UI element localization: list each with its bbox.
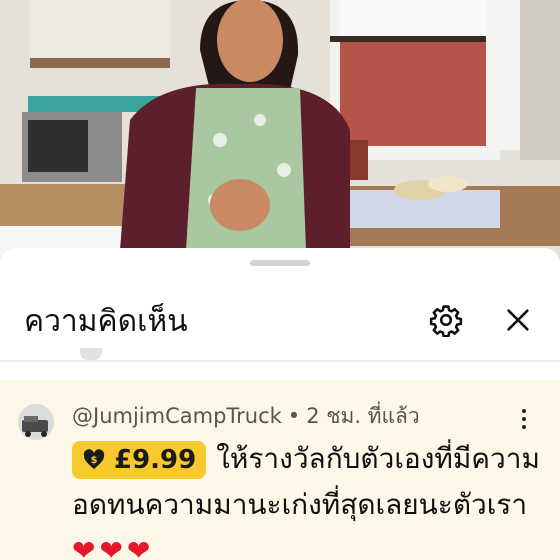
comment-timestamp: 2 ชม. ที่แล้ว bbox=[306, 404, 420, 428]
super-thanks-amount: £9.99 bbox=[114, 445, 197, 475]
super-thanks-heart-icon: $ bbox=[83, 449, 105, 469]
comment-meta: @JumjimCampTruck • 2 ชม. ที่แล้ว bbox=[72, 400, 420, 433]
meta-separator: • bbox=[287, 404, 301, 428]
close-icon[interactable] bbox=[498, 300, 538, 340]
svg-text:$: $ bbox=[91, 455, 98, 466]
heart-emojis: ❤❤❤ bbox=[72, 534, 155, 560]
comment-item[interactable]: @JumjimCampTruck • 2 ชม. ที่แล้ว $ £9.99 ใ… bbox=[0, 380, 560, 560]
video-frame-image bbox=[0, 0, 560, 260]
comments-panel: ความคิดเห็น @JumjimCampTruck • 2 ชม. ที่แล… bbox=[0, 248, 560, 560]
header-divider bbox=[0, 360, 560, 362]
comment-body: $ £9.99 ให้รางวัลกับตัวเองที่มีความอดทนค… bbox=[72, 436, 542, 560]
gear-icon[interactable] bbox=[426, 300, 466, 340]
partial-element bbox=[80, 348, 102, 360]
comment-author[interactable]: @JumjimCampTruck bbox=[72, 404, 282, 428]
avatar[interactable] bbox=[18, 404, 54, 440]
more-options-icon[interactable] bbox=[514, 404, 534, 434]
panel-title: ความคิดเห็น bbox=[24, 304, 188, 339]
video-player[interactable] bbox=[0, 0, 560, 260]
drag-handle[interactable] bbox=[250, 260, 310, 266]
super-thanks-badge: $ £9.99 bbox=[72, 441, 207, 479]
